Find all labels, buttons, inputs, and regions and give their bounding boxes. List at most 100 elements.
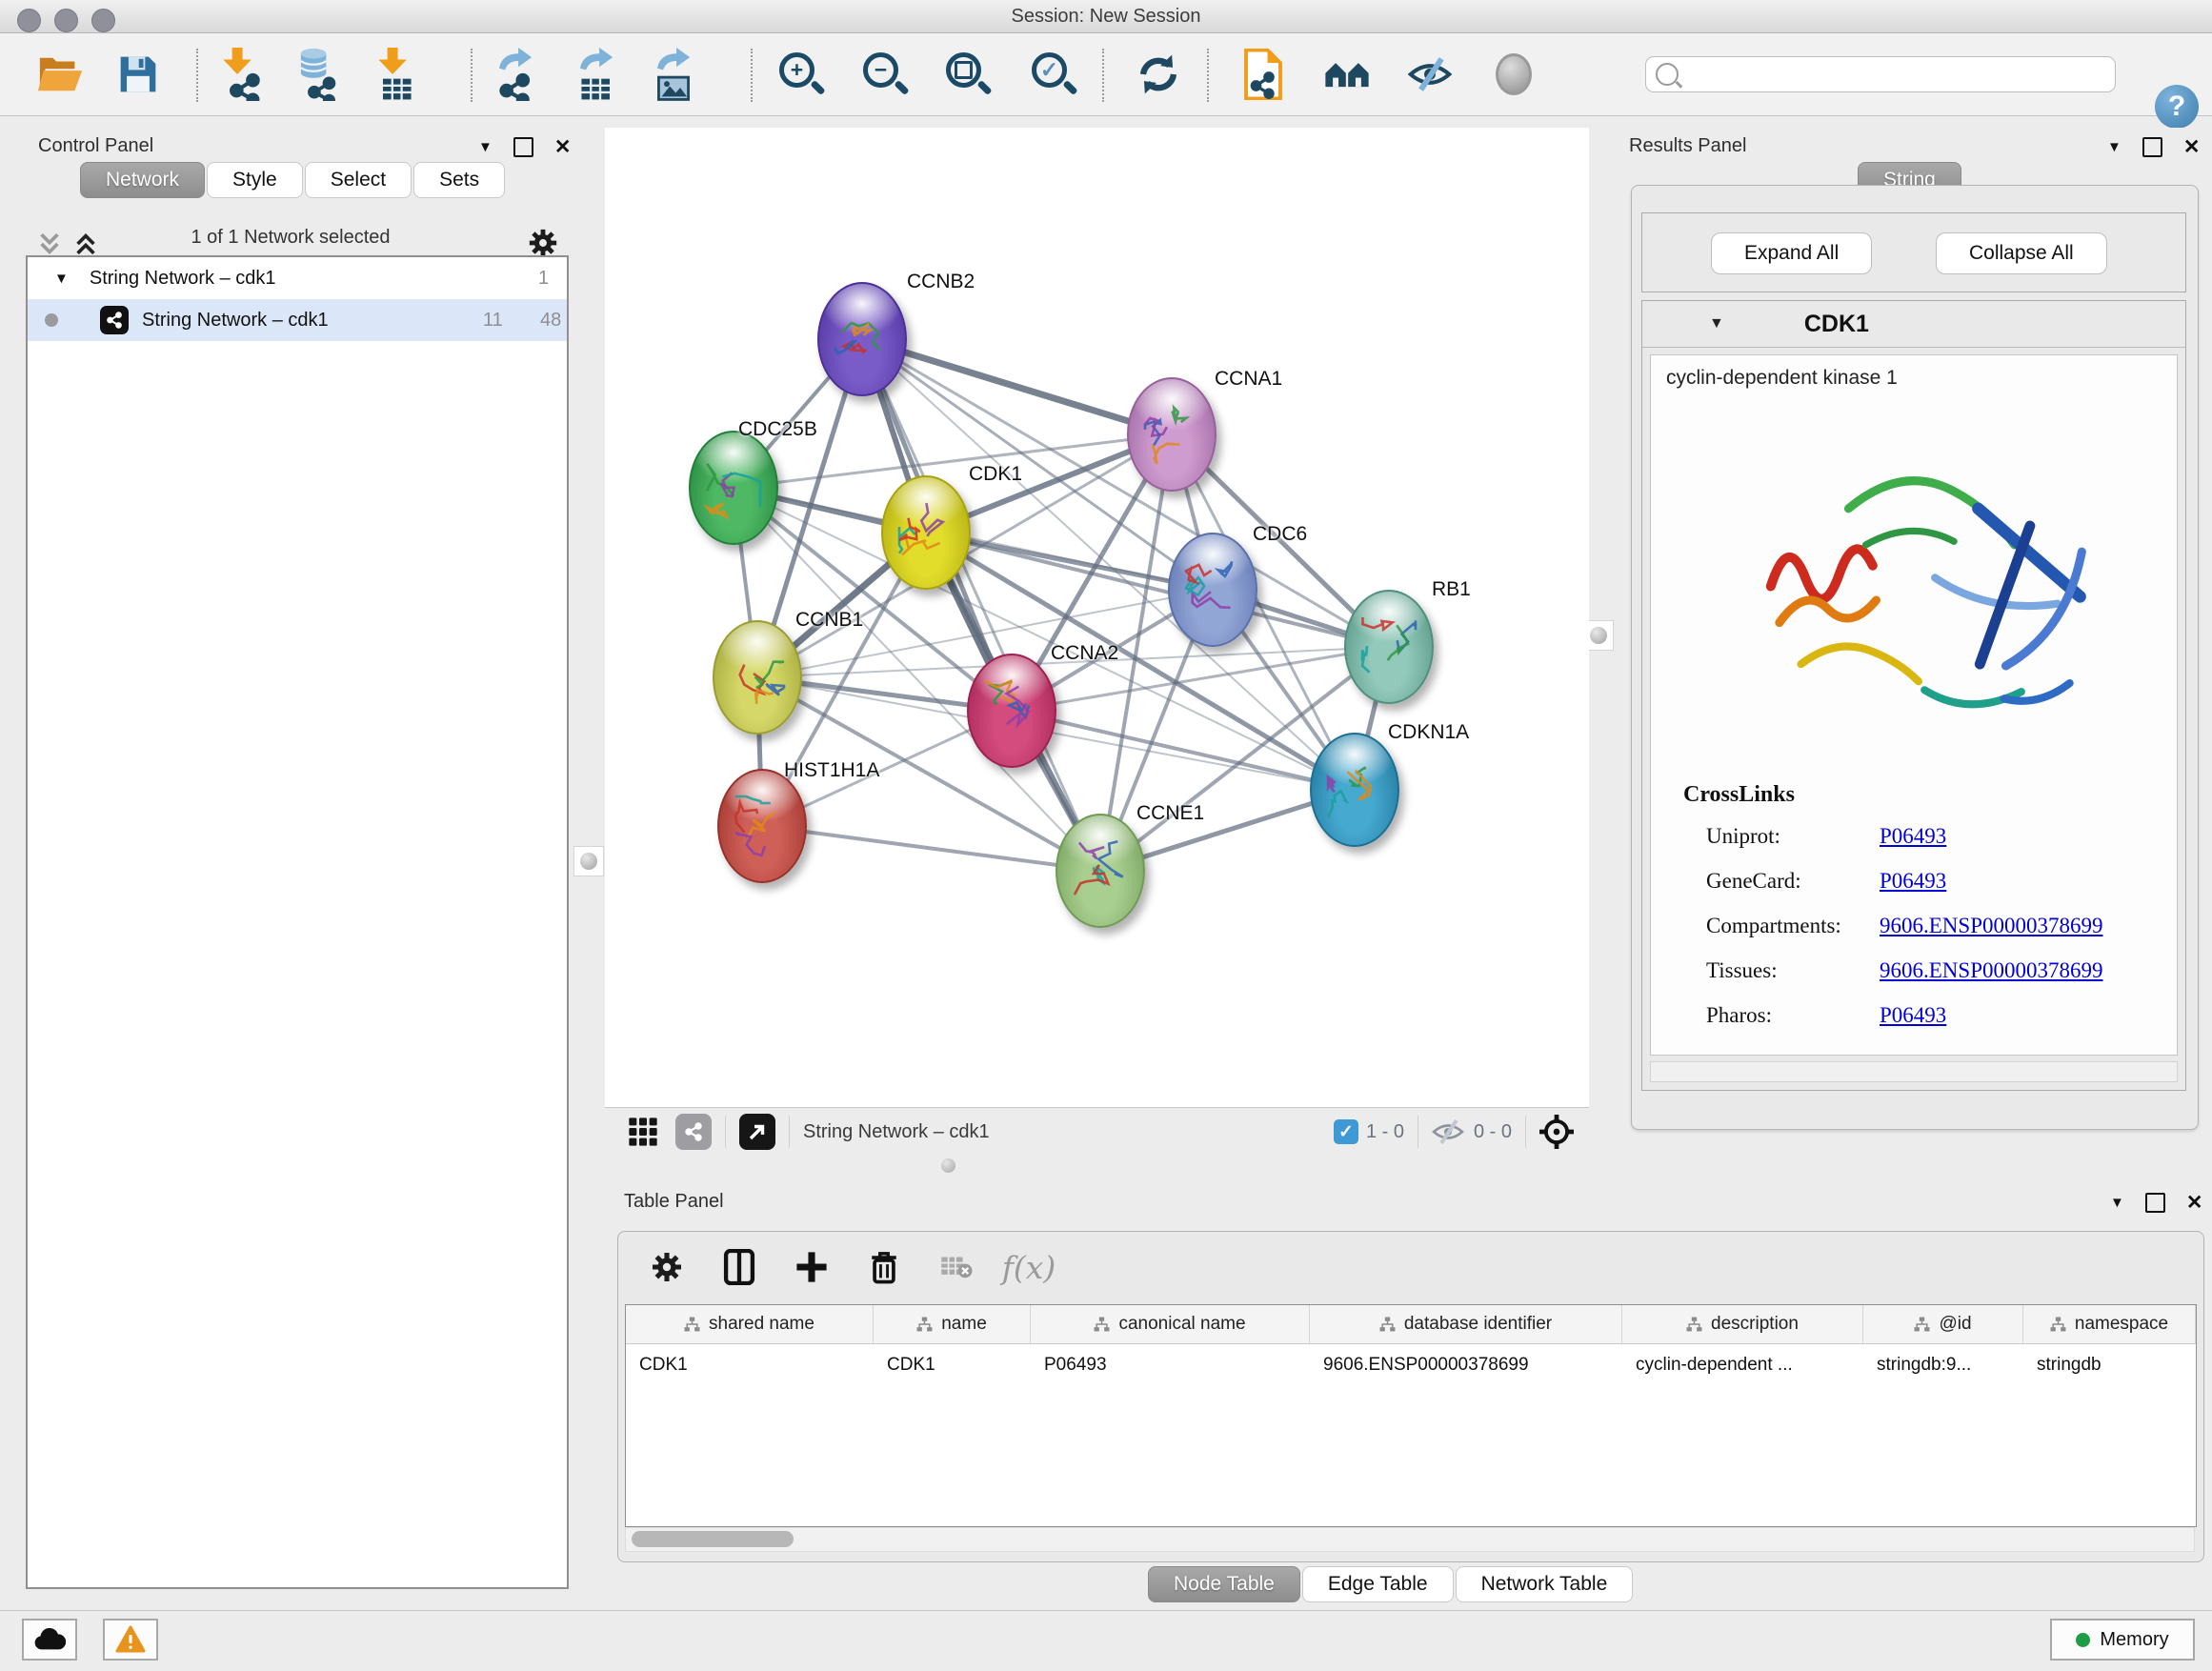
network-node-hist1h1a[interactable] — [717, 769, 807, 883]
network-node-rb1[interactable] — [1344, 590, 1434, 704]
network-node-cdc6[interactable] — [1168, 533, 1257, 647]
delete-table-button[interactable] — [935, 1245, 978, 1289]
share-view-icon[interactable] — [675, 1114, 712, 1150]
panel-menu-icon[interactable]: ▼ — [2110, 1195, 2124, 1211]
export-network-button[interactable] — [492, 48, 539, 101]
birds-eye-view-icon[interactable] — [739, 1114, 775, 1150]
edge-HIST1H1A-CCNE1[interactable] — [762, 826, 1100, 871]
expand-all-button[interactable]: Expand All — [1711, 232, 1872, 274]
gene-section-header[interactable]: ▼ CDK1 — [1642, 301, 2185, 348]
show-column-button[interactable] — [717, 1245, 761, 1289]
network-collection-row[interactable]: ▼ String Network – cdk1 1 — [28, 257, 567, 299]
column-header-name[interactable]: name — [874, 1305, 1031, 1343]
panel-close-icon[interactable]: ✕ — [2186, 1195, 2203, 1211]
selected-checkbox-icon[interactable]: ✓ — [1334, 1119, 1358, 1144]
gear-icon — [650, 1250, 684, 1284]
tab-edge-table[interactable]: Edge Table — [1302, 1566, 1454, 1602]
section-collapse-icon[interactable]: ▼ — [1709, 315, 1724, 332]
fit-crosshair-icon[interactable] — [1539, 1115, 1574, 1149]
crosslink-link[interactable]: P06493 — [1880, 1003, 1946, 1028]
crosslink-link[interactable]: P06493 — [1880, 824, 1946, 849]
network-node-ccna2[interactable] — [967, 654, 1056, 768]
memory-button[interactable]: Memory — [2050, 1619, 2195, 1661]
crosslink-link[interactable]: 9606.ENSP00000378699 — [1880, 914, 2103, 938]
network-node-cdc25b[interactable] — [689, 431, 778, 545]
network-node-ccnb1[interactable] — [713, 620, 802, 735]
column-header-namespace[interactable]: namespace — [2023, 1305, 2196, 1343]
crosslink-link[interactable]: 9606.ENSP00000378699 — [1880, 958, 2103, 983]
tab-style[interactable]: Style — [207, 162, 303, 198]
panel-menu-icon[interactable]: ▼ — [2107, 139, 2122, 155]
crosslink-link[interactable]: P06493 — [1880, 869, 1946, 894]
zoom-selected-button[interactable]: ✓ — [1030, 48, 1077, 101]
help-button[interactable]: ? — [2155, 85, 2199, 129]
column-header-canonical-name[interactable]: canonical name — [1031, 1305, 1310, 1343]
left-splitter-handle[interactable] — [573, 846, 604, 876]
tab-network[interactable]: Network — [80, 162, 205, 198]
results-scrollbar[interactable] — [1650, 1061, 2178, 1082]
network-node-cdkn1a[interactable] — [1310, 733, 1399, 847]
application-window: Session: New Session + — [0, 0, 2212, 1671]
tab-node-table[interactable]: Node Table — [1148, 1566, 1300, 1602]
panel-float-icon[interactable] — [513, 137, 533, 157]
network-canvas[interactable]: CCNB2CCNA1CDC25BCDK1CDC6RB1CCNB1CCNA2CDK… — [605, 128, 1589, 1107]
column-type-icon — [684, 1317, 700, 1333]
edge-CCNA2-CDKN1A[interactable] — [1012, 711, 1355, 790]
cloud-button[interactable] — [22, 1619, 77, 1661]
network-node-ccne1[interactable] — [1056, 814, 1145, 928]
hide-selected-button[interactable] — [1406, 48, 1454, 101]
panel-float-icon[interactable] — [2145, 1193, 2165, 1213]
zoom-in-button[interactable]: + — [777, 48, 825, 101]
table-panel-title: Table Panel — [624, 1191, 724, 1213]
homology-search-button[interactable] — [1323, 48, 1371, 101]
import-table-from-file-button[interactable] — [372, 48, 420, 101]
scrollbar-thumb[interactable] — [632, 1531, 794, 1547]
table-row[interactable]: CDK1CDK1P064939606.ENSP00000378699cyclin… — [626, 1344, 2196, 1386]
edge-CCNB2-CCNA1[interactable] — [862, 339, 1172, 434]
export-table-button[interactable] — [573, 48, 620, 101]
grid-view-icon[interactable] — [628, 1117, 658, 1147]
column-header--id[interactable]: @id — [1863, 1305, 2023, 1343]
tab-network-table[interactable]: Network Table — [1456, 1566, 1634, 1602]
table-horizontal-scrollbar[interactable] — [625, 1527, 2195, 1552]
panel-float-icon[interactable] — [2142, 137, 2162, 157]
import-network-from-database-button[interactable] — [293, 48, 341, 101]
panel-menu-icon[interactable]: ▼ — [478, 139, 493, 155]
save-session-button[interactable] — [114, 48, 162, 101]
zoom-fit-button[interactable] — [944, 48, 992, 101]
import-network-from-file-button[interactable] — [217, 48, 265, 101]
node-label-ccna1: CCNA1 — [1215, 368, 1282, 391]
warnings-button[interactable] — [103, 1619, 158, 1661]
bottom-splitter-handle[interactable] — [941, 1158, 955, 1173]
table-settings-button[interactable] — [645, 1245, 689, 1289]
column-type-icon — [916, 1317, 933, 1333]
search-input[interactable] — [1686, 63, 2115, 86]
delete-column-button[interactable] — [862, 1245, 906, 1289]
network-row-selected[interactable]: String Network – cdk1 11 48 — [28, 299, 567, 341]
tab-sets[interactable]: Sets — [413, 162, 505, 198]
column-header-shared-name[interactable]: shared name — [626, 1305, 874, 1343]
column-header-description[interactable]: description — [1622, 1305, 1863, 1343]
show-all-button[interactable] — [1490, 48, 1538, 101]
tree-expand-icon[interactable]: ▼ — [54, 271, 69, 287]
first-neighbors-button[interactable] — [1135, 48, 1182, 101]
column-header-database-identifier[interactable]: database identifier — [1310, 1305, 1622, 1343]
network-node-ccnb2[interactable] — [817, 282, 907, 396]
panel-close-icon[interactable]: ✕ — [554, 139, 572, 155]
network-node-ccna1[interactable] — [1127, 377, 1217, 492]
gear-icon[interactable] — [527, 227, 559, 259]
panel-close-icon[interactable]: ✕ — [2183, 139, 2201, 155]
function-builder-button[interactable]: f(x) — [1007, 1245, 1051, 1289]
network-from-file-button[interactable] — [1239, 48, 1287, 101]
memory-status-dot — [2076, 1633, 2090, 1647]
network-node-cdk1[interactable] — [881, 475, 971, 590]
collapse-all-button[interactable]: Collapse All — [1936, 232, 2107, 274]
export-image-button[interactable] — [650, 48, 697, 101]
column-header-label: name — [941, 1314, 987, 1335]
tab-select[interactable]: Select — [305, 162, 412, 198]
open-session-button[interactable] — [36, 48, 84, 101]
edge-CCNB2-CCNE1[interactable] — [862, 339, 1100, 871]
network-collection-label: String Network – cdk1 — [90, 268, 276, 290]
add-column-button[interactable] — [790, 1245, 834, 1289]
zoom-out-button[interactable]: − — [861, 48, 909, 101]
